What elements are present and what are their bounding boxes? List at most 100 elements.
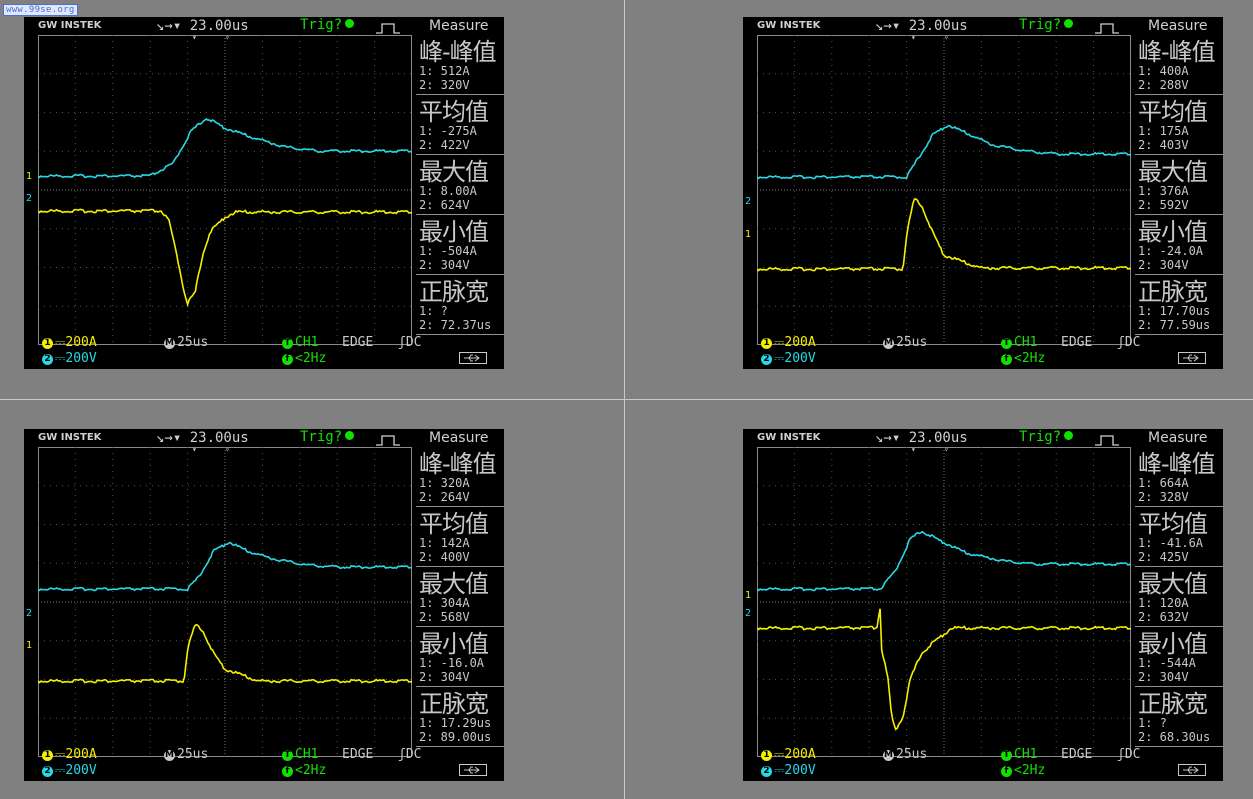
dc-coupling-icon: ⎓: [774, 335, 785, 350]
measurement-panel: 峰-峰值 1: 512A 2: 320V 平均值 1: -275A 2: 422V 最大值 1…: [414, 35, 504, 345]
ch2-badge-icon: 2: [761, 354, 772, 365]
measurement-title: 峰-峰值: [419, 450, 497, 478]
main-timebase-icon: M: [883, 750, 894, 761]
measurement-ch1-value: 1: 376A: [1138, 184, 1189, 198]
ch1-marker[interactable]: 1: [745, 590, 751, 601]
measurement-item[interactable]: 平均值 1: 175A 2: 403V: [1135, 95, 1223, 155]
edge-trigger-icon: [1095, 435, 1119, 446]
measurement-item[interactable]: 正脉宽 1: ? 2: 72.37us: [416, 275, 504, 335]
ch2-marker[interactable]: 2: [745, 196, 751, 207]
measurement-ch2-value: 2: 568V: [419, 610, 470, 624]
measurement-item[interactable]: 峰-峰值 1: 512A 2: 320V: [416, 35, 504, 95]
measurement-item[interactable]: 平均值 1: -275A 2: 422V: [416, 95, 504, 155]
measurement-ch1-value: 1: -544A: [1138, 656, 1196, 670]
measurement-item[interactable]: 平均值 1: -41.6A 2: 425V: [1135, 507, 1223, 567]
trigger-frequency-value: <2Hz: [295, 763, 327, 778]
dc-coupling-icon: ⎓: [55, 335, 66, 350]
measurement-title: 正脉宽: [1138, 690, 1208, 718]
oscilloscope-screen: GW INSTEK ↘→▾ 23.00us Trig? Measure ▾ ▿ 1 2 峰-峰值…: [24, 17, 504, 369]
trigger-dot-icon: [345, 431, 355, 440]
measurement-ch2-value: 2: 592V: [1138, 198, 1189, 212]
measurement-ch2-value: 2: 304V: [1138, 258, 1189, 272]
trigger-mode: EDGE: [1061, 335, 1093, 350]
ch2-scale-value: 200V: [784, 351, 816, 366]
measurement-panel: 峰-峰值 1: 400A 2: 288V 平均值 1: 175A 2: 403V 最大值 1:…: [1133, 35, 1223, 345]
trigger-status: Trig?: [1019, 17, 1074, 33]
waveform-grid: [757, 35, 1131, 345]
measurement-item[interactable]: 最小值 1: -16.0A 2: 304V: [416, 627, 504, 687]
measurement-ch1-value: 1: -24.0A: [1138, 244, 1204, 258]
trigger-mode: EDGE: [342, 747, 374, 762]
measurement-ch1-value: 1: -504A: [419, 244, 477, 258]
time-scale: M 25us: [883, 335, 927, 350]
measurement-ch1-value: 1: 664A: [1138, 476, 1189, 490]
trigger-dot-icon: [1064, 19, 1074, 28]
measurement-title: 最小值: [1138, 218, 1208, 246]
measurement-ch1-value: 1: 120A: [1138, 596, 1189, 610]
measurement-item[interactable]: 峰-峰值 1: 400A 2: 288V: [1135, 35, 1223, 95]
dc-coupling-icon: ⎓: [55, 351, 66, 366]
measurement-item[interactable]: 最大值 1: 376A 2: 592V: [1135, 155, 1223, 215]
usb-icon: [1178, 764, 1206, 776]
measurement-item[interactable]: 峰-峰值 1: 664A 2: 328V: [1135, 447, 1223, 507]
measurement-item[interactable]: 最小值 1: -24.0A 2: 304V: [1135, 215, 1223, 275]
measurement-item[interactable]: 最大值 1: 304A 2: 568V: [416, 567, 504, 627]
measurement-item[interactable]: 最小值 1: -544A 2: 304V: [1135, 627, 1223, 687]
measurement-ch2-value: 2: 328V: [1138, 490, 1189, 504]
time-scale: M 25us: [883, 747, 927, 762]
measurement-divider: [1135, 746, 1223, 747]
trigger-coupling: ʃDC: [1117, 747, 1140, 762]
main-timebase-icon: M: [164, 338, 175, 349]
waveform-grid: [38, 35, 412, 345]
measurement-item[interactable]: 最大值 1: 8.00A 2: 624V: [416, 155, 504, 215]
timebase-readout: ↘→▾ 23.00us: [156, 430, 249, 446]
measurement-title: 最大值: [419, 158, 489, 186]
measurement-item[interactable]: 正脉宽 1: 17.29us 2: 89.00us: [416, 687, 504, 747]
measurement-divider: [416, 334, 504, 335]
measurement-item[interactable]: 平均值 1: 142A 2: 400V: [416, 507, 504, 567]
dc-coupling-icon: ⎓: [774, 351, 785, 366]
ch2-badge-icon: 2: [42, 354, 53, 365]
measurement-ch2-value: 2: 288V: [1138, 78, 1189, 92]
measurement-ch2-value: 2: 400V: [419, 550, 470, 564]
oscilloscope-screen: GW INSTEK ↘→▾ 23.00us Trig? Measure ▾ ▿ 1 2 峰-峰值…: [24, 429, 504, 781]
measurement-item[interactable]: 最大值 1: 120A 2: 632V: [1135, 567, 1223, 627]
ch2-badge-icon: 2: [761, 766, 772, 777]
measurement-item[interactable]: 峰-峰值 1: 320A 2: 264V: [416, 447, 504, 507]
ch2-marker[interactable]: 2: [26, 193, 32, 204]
measurement-ch2-value: 2: 304V: [419, 670, 470, 684]
measurement-ch1-value: 1: 304A: [419, 596, 470, 610]
measurement-title: 最小值: [1138, 630, 1208, 658]
measurement-item[interactable]: 最小值 1: -504A 2: 304V: [416, 215, 504, 275]
measurement-title: 平均值: [1138, 510, 1208, 538]
ch1-marker[interactable]: 1: [26, 640, 32, 651]
dc-coupling-icon: ⎓: [774, 747, 785, 762]
ch2-scale-value: 200V: [65, 763, 97, 778]
measurement-ch1-value: 1: 400A: [1138, 64, 1189, 78]
measurement-ch1-value: 1: ?: [1138, 716, 1167, 730]
measurement-title: 正脉宽: [419, 690, 489, 718]
ch1-marker[interactable]: 1: [26, 171, 32, 182]
measurement-item[interactable]: 正脉宽 1: 17.70us 2: 77.59us: [1135, 275, 1223, 335]
ch1-marker[interactable]: 1: [745, 229, 751, 240]
trigger-status: Trig?: [300, 429, 355, 445]
timebase-readout: ↘→▾ 23.00us: [156, 18, 249, 34]
measurement-ch2-value: 2: 624V: [419, 198, 470, 212]
oscilloscope-screen: GW INSTEK ↘→▾ 23.00us Trig? Measure ▾ ▿ 1 2 峰-峰值…: [743, 429, 1223, 781]
measurement-ch2-value: 2: 304V: [419, 258, 470, 272]
measurement-item[interactable]: 正脉宽 1: ? 2: 68.30us: [1135, 687, 1223, 747]
edge-trigger-icon: [376, 435, 400, 446]
ch2-marker[interactable]: 2: [745, 608, 751, 619]
trigger-source: T CH1: [282, 335, 318, 350]
frequency-badge-icon: f: [1001, 354, 1012, 365]
measurement-ch1-value: 1: 17.29us: [419, 716, 492, 730]
usb-icon: [459, 352, 487, 364]
trigger-mode: EDGE: [342, 335, 374, 350]
frequency-badge-icon: f: [1001, 766, 1012, 777]
trigger-coupling: ʃDC: [1117, 335, 1140, 350]
measurement-ch2-value: 2: 425V: [1138, 550, 1189, 564]
trigger-frequency: f <2Hz: [1001, 351, 1045, 366]
ch2-trace: [38, 118, 412, 179]
waveform-grid: [757, 447, 1131, 757]
ch2-marker[interactable]: 2: [26, 608, 32, 619]
